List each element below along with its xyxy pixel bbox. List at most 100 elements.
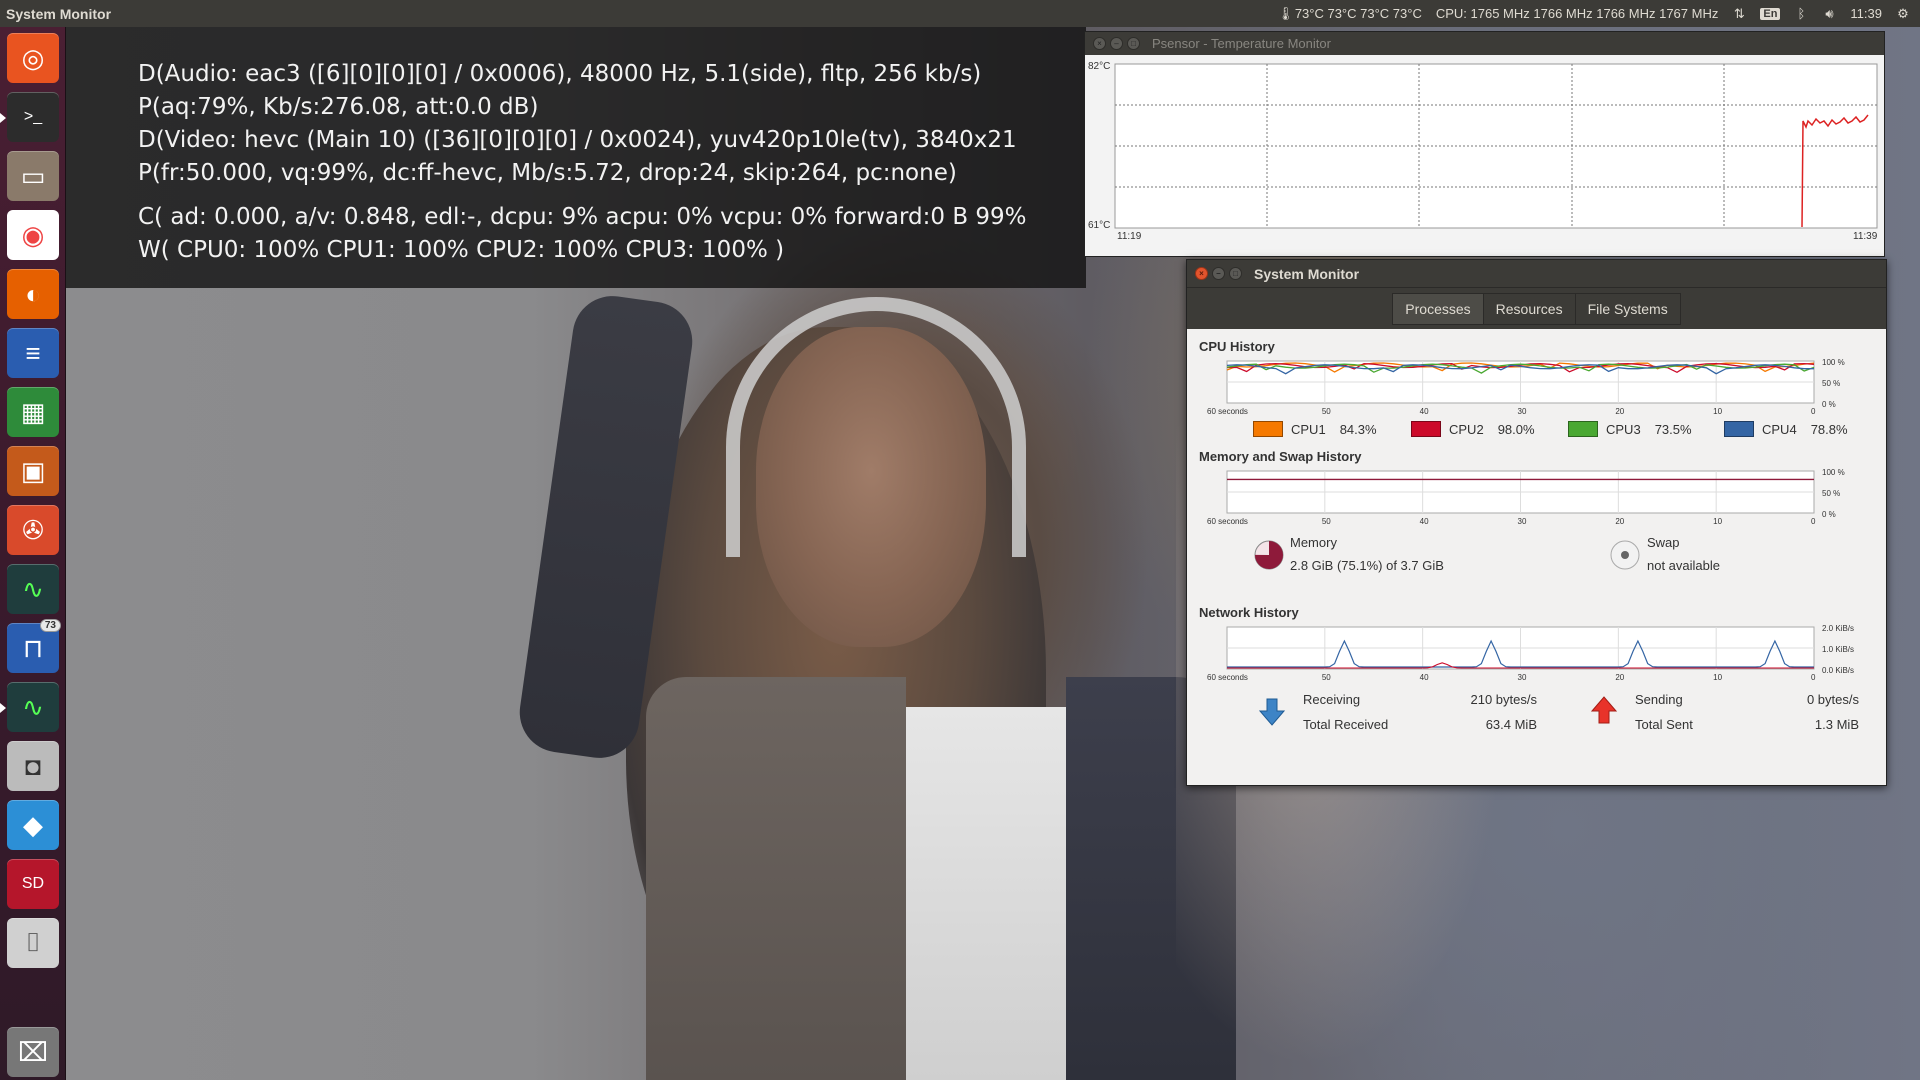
video-scene-headphones xyxy=(726,297,1026,557)
cpu-color-swatch[interactable] xyxy=(1724,421,1754,437)
graph-y-tick-label: 50 % xyxy=(1822,379,1840,388)
sysmon-close-button[interactable]: × xyxy=(1195,267,1208,280)
keyboard-language-indicator[interactable]: En xyxy=(1760,7,1781,20)
osd-audio-params-line: P(aq:79%, Kb/s:276.08, att:0.0 dB) xyxy=(138,94,539,120)
psensor-close-button[interactable]: × xyxy=(1093,37,1106,50)
cpu-legend-item[interactable]: CPU3 73.5% xyxy=(1568,421,1692,437)
launcher-settings-icon[interactable]: ✇ xyxy=(7,505,59,555)
launcher-trash-icon[interactable]: ⌧ xyxy=(7,1027,59,1077)
cpu-legend-label: CPU2 xyxy=(1449,421,1484,437)
launcher-firefox-icon[interactable]: ◐ xyxy=(7,269,59,319)
temperature-indicator[interactable]: 🌡︎ 73°C 73°C 73°C 73°C xyxy=(1277,6,1422,21)
memory-pie-icon xyxy=(1254,540,1284,570)
launcher-system-monitor-2-icon[interactable]: ∿ xyxy=(0,682,59,732)
launcher-kodi-icon[interactable]: ◆ xyxy=(7,800,59,850)
cpu-color-swatch[interactable] xyxy=(1411,421,1441,437)
sysmon-titlebar[interactable]: × – □ System Monitor xyxy=(1187,260,1886,287)
graph-x-tick-label: 40 xyxy=(1420,407,1429,416)
total-received-value: 63.4 MiB xyxy=(1485,717,1537,732)
network-history-graph: 60 seconds 50 40 30 20 10 0 2.0 KiB/s 1.0 KiB/s 0… xyxy=(1207,624,1854,682)
tab-resources[interactable]: Resources xyxy=(1482,292,1575,325)
graph-x-tick-label: 30 xyxy=(1518,407,1527,416)
cpu-legend-label: CPU4 xyxy=(1762,421,1797,437)
graph-y-tick-label: 2.0 KiB/s xyxy=(1822,624,1854,633)
swap-pie-icon xyxy=(1610,540,1640,570)
psensor-maximize-button[interactable]: □ xyxy=(1127,37,1140,50)
system-monitor-window[interactable]: × – □ System Monitor Processes Resources… xyxy=(1186,259,1887,786)
cpu-history-title: CPU History xyxy=(1199,339,1275,354)
cpu-legend-item[interactable]: CPU4 78.8% xyxy=(1724,421,1848,437)
launcher-calc-icon[interactable]: ▦ xyxy=(7,387,59,437)
graph-x-tick-label: 20 xyxy=(1615,517,1624,526)
launcher-files-icon[interactable]: ▭ xyxy=(7,151,59,201)
osd-video-decoder-line: D(Video: hevc (Main 10) ([36][0][0][0] /… xyxy=(138,127,1017,153)
graph-y-tick-label: 0 % xyxy=(1822,400,1836,409)
graph-x-tick-label: 50 xyxy=(1322,407,1331,416)
launcher-running-indicator xyxy=(0,703,6,713)
network-arrows-icon[interactable]: ⇅ xyxy=(1732,6,1746,21)
indicator-area: 🌡︎ 73°C 73°C 73°C 73°C CPU: 1765 MHz 176… xyxy=(1277,6,1920,21)
receiving-label: Receiving xyxy=(1303,692,1361,707)
launcher-badge: 73 xyxy=(39,619,61,632)
cpu-legend-item[interactable]: CPU2 98.0% xyxy=(1411,421,1535,437)
cpu-color-swatch[interactable] xyxy=(1253,421,1283,437)
graph-y-tick-label: 50 % xyxy=(1822,489,1840,498)
launcher-psensor-icon[interactable]: ⊓ 73 xyxy=(7,619,61,673)
memory-label: Memory xyxy=(1290,535,1337,550)
psensor-titlebar[interactable]: × – □ Psensor - Temperature Monitor xyxy=(1085,32,1884,55)
launcher-sd-card-icon[interactable]: SD xyxy=(7,859,59,909)
cpu-legend-value: 98.0% xyxy=(1497,421,1535,437)
graph-y-tick-label: 100 % xyxy=(1822,468,1845,477)
graph-x-tick-label: 20 xyxy=(1615,673,1624,682)
graph-x-tick-label: 10 xyxy=(1713,407,1722,416)
receiving-value: 210 bytes/s xyxy=(1470,692,1538,707)
active-app-title: System Monitor xyxy=(6,5,112,22)
cpu-legend-value: 78.8% xyxy=(1810,421,1848,437)
bluetooth-icon[interactable]: ᛒ xyxy=(1794,6,1808,21)
cpu-history-graph: 60 seconds 50 40 30 20 10 0 100 % 50 % 0 % xyxy=(1207,358,1845,416)
cpu-legend-value: 84.3% xyxy=(1339,421,1377,437)
unity-launcher: ◎ >_ ▭ ◉ ◐ ≡ ▦ ▣ ✇ ∿ ⊓ 73 ∿ ◘ ◆ SD ⌷ ⌧ xyxy=(0,27,66,1080)
download-arrow-icon xyxy=(1258,697,1286,727)
launcher-usb-drive-icon[interactable]: ⌷ xyxy=(7,918,59,968)
sysmon-title: System Monitor xyxy=(1254,265,1360,282)
network-history-title: Network History xyxy=(1199,605,1299,620)
tab-processes[interactable]: Processes xyxy=(1392,292,1483,325)
launcher-ubuntu-dash-icon[interactable]: ◎ xyxy=(7,33,59,83)
graph-x-tick-label: 30 xyxy=(1518,673,1527,682)
sysmon-minimize-button[interactable]: – xyxy=(1212,267,1225,280)
launcher-impress-icon[interactable]: ▣ xyxy=(7,446,59,496)
temp-y-max-label: 82°C xyxy=(1088,61,1110,72)
osd-cpu-line: W( CPU0: 100% CPU1: 100% CPU2: 100% CPU3… xyxy=(138,237,785,263)
tab-file-systems[interactable]: File Systems xyxy=(1574,292,1681,325)
graph-x-tick-label: 10 xyxy=(1713,673,1722,682)
launcher-system-monitor-icon[interactable]: ∿ xyxy=(7,564,59,614)
cpu-legend-item[interactable]: CPU1 84.3% xyxy=(1253,421,1377,437)
graph-y-tick-label: 0.0 KiB/s xyxy=(1822,666,1854,675)
launcher-camera-icon[interactable]: ◘ xyxy=(7,741,59,791)
cpu-color-swatch[interactable] xyxy=(1568,421,1598,437)
osd-video-params-line: P(fr:50.000, vq:99%, dc:ff-hevc, Mb/s:5.… xyxy=(138,160,957,186)
launcher-chrome-icon[interactable]: ◉ xyxy=(7,210,59,260)
cpu-legend-label: CPU1 xyxy=(1291,421,1326,437)
launcher-terminal-icon[interactable]: >_ xyxy=(0,92,59,142)
thermometer-icon: 🌡︎ xyxy=(1277,6,1294,21)
cpu-frequency-indicator[interactable]: CPU: 1765 MHz 1766 MHz 1766 MHz 1767 MHz xyxy=(1436,6,1719,21)
total-sent-value: 1.3 MiB xyxy=(1814,717,1859,732)
gear-icon[interactable]: ⚙ xyxy=(1896,6,1910,21)
osd-audio-decoder-line: D(Audio: eac3 ([6][0][0][0] / 0x0006), 4… xyxy=(138,61,982,87)
launcher-writer-icon[interactable]: ≡ xyxy=(7,328,59,378)
graph-x-tick-label: 50 xyxy=(1322,673,1331,682)
graph-x-tick-label: 30 xyxy=(1518,517,1527,526)
mplayer-status-osd: D(Audio: eac3 ([6][0][0][0] / 0x0006), 4… xyxy=(66,27,1086,288)
memory-value: 2.8 GiB (75.1%) of 3.7 GiB xyxy=(1290,558,1444,573)
psensor-window[interactable]: × – □ Psensor - Temperature Monitor 82°C… xyxy=(1084,31,1885,257)
temp-y-min-label: 61°C xyxy=(1088,220,1110,231)
volume-icon[interactable]: 🔊︎ xyxy=(1822,6,1836,21)
graph-x-tick-label: 60 seconds xyxy=(1207,517,1248,526)
graph-y-tick-label: 0 % xyxy=(1822,510,1836,519)
sysmon-maximize-button[interactable]: □ xyxy=(1229,267,1242,280)
swap-label: Swap xyxy=(1647,535,1680,550)
clock[interactable]: 11:39 xyxy=(1850,6,1882,21)
psensor-minimize-button[interactable]: – xyxy=(1110,37,1123,50)
